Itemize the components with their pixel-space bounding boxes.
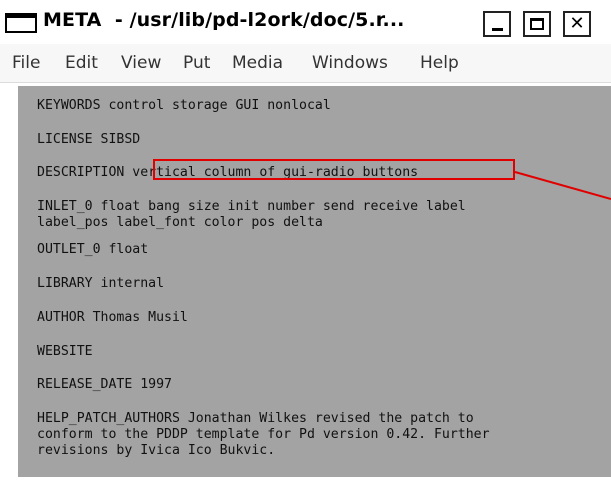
library-line: LIBRARY internal [37,276,165,291]
menu-file[interactable]: File [12,53,40,73]
menu-media[interactable]: Media [232,53,283,73]
meta-comment-box[interactable]: KEYWORDS control storage GUI nonlocal LI… [18,86,611,477]
help-authors-line-2: conform to the PDDP template for Pd vers… [37,427,490,442]
close-icon: ✕ [569,13,585,34]
window-title: META - /usr/lib/pd-l2ork/doc/5.r... [43,9,405,31]
patch-canvas[interactable]: KEYWORDS control storage GUI nonlocal LI… [0,83,611,488]
release-date-line: RELEASE_DATE 1997 [37,377,172,392]
author-line: AUTHOR Thomas Musil [37,310,188,325]
window-icon [5,13,37,33]
help-authors-line-3: revisions by Ivica Ico Bukvic. [37,443,276,458]
help-authors-line-1: HELP_PATCH_AUTHORS Jonathan Wilkes revis… [37,411,474,426]
menu-help[interactable]: Help [420,53,459,73]
website-line: WEBSITE [37,344,93,359]
description-key: DESCRIPTION [37,165,133,180]
maximize-button[interactable] [523,11,551,37]
inlet-line-1: INLET_0 float bang size init number send… [37,199,466,214]
menu-put[interactable]: Put [183,53,210,73]
keywords-line: KEYWORDS control storage GUI nonlocal [37,98,331,113]
minimize-button[interactable] [483,11,511,37]
menu-windows[interactable]: Windows [312,53,388,73]
close-button[interactable]: ✕ [563,11,591,37]
menu-bar: File Edit View Put Media Windows Help [0,44,611,83]
description-highlight-box [153,159,515,180]
pd-meta-window: META - /usr/lib/pd-l2ork/doc/5.r... ✕ Fi… [0,0,611,488]
menu-edit[interactable]: Edit [65,53,98,73]
outlet-line: OUTLET_0 float [37,242,149,257]
license-line: LICENSE SIBSD [37,132,141,147]
inlet-line-2: label_pos label_font color pos delta [37,215,323,230]
title-bar[interactable]: META - /usr/lib/pd-l2ork/doc/5.r... ✕ [0,0,611,44]
menu-view[interactable]: View [121,53,161,73]
